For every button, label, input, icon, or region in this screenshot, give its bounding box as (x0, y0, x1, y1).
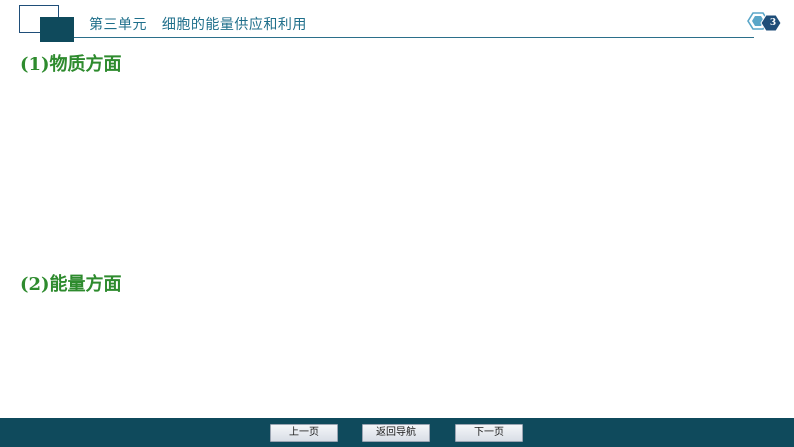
heading-energy: (2)能量方面 (20, 274, 122, 295)
header-divider (74, 37, 754, 38)
next-page-button[interactable]: 下一页 (455, 424, 523, 442)
unit-title: 第三单元 细胞的能量供应和利用 (89, 17, 307, 33)
header-logo-block (40, 17, 74, 42)
return-navigation-button[interactable]: 返回导航 (362, 424, 430, 442)
page-number: 3 (769, 18, 777, 28)
prev-page-button[interactable]: 上一页 (270, 424, 338, 442)
heading-material: (1)物质方面 (20, 54, 122, 75)
slide: 第三单元 细胞的能量供应和利用 3 (1)物质方面 (2)能量方面 上一页 返回… (0, 0, 794, 447)
